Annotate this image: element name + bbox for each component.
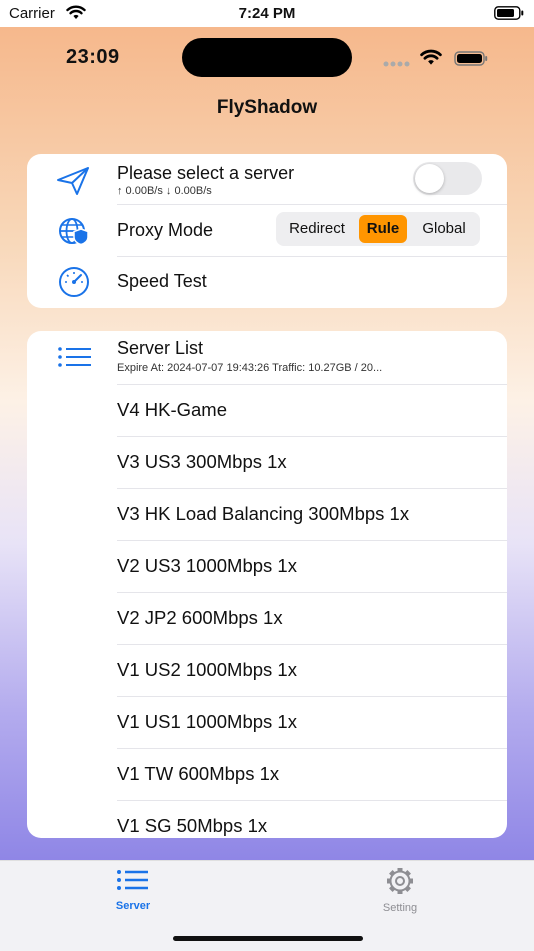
mode-redirect-button[interactable]: Redirect: [279, 215, 355, 243]
mode-global-button[interactable]: Global: [411, 215, 477, 243]
server-name: V1 SG 50Mbps 1x: [117, 815, 268, 836]
traffic-rate: ↑ 0.00B/s ↓ 0.00B/s: [117, 185, 212, 197]
server-item[interactable]: V3 HK Load Balancing 300Mbps 1x: [27, 489, 507, 541]
speed-test-row[interactable]: Speed Test: [27, 257, 507, 308]
tab-server-label: Server: [115, 900, 151, 912]
server-item[interactable]: V3 US3 300Mbps 1x: [27, 437, 507, 489]
gear-icon: [387, 868, 413, 894]
dynamic-island: [182, 38, 352, 77]
server-list-title: Server List: [117, 338, 204, 358]
server-select-label: Please select a server: [117, 163, 295, 183]
tab-setting-label: Setting: [382, 902, 418, 914]
proxy-mode-label: Proxy Mode: [117, 220, 214, 240]
proxy-mode-selector: Redirect Rule Global: [276, 212, 480, 246]
globe-shield-icon: [59, 218, 89, 246]
server-name: V2 JP2 600Mbps 1x: [117, 607, 283, 628]
server-item[interactable]: V1 US1 1000Mbps 1x: [27, 697, 507, 749]
server-list-card: Server List Expire At: 2024-07-07 19:43:…: [27, 331, 507, 838]
server-name: V2 US3 1000Mbps 1x: [117, 555, 297, 576]
toggle-knob: [415, 164, 444, 193]
server-item[interactable]: V4 HK-Game: [27, 385, 507, 437]
phone-battery-icon: [454, 51, 488, 66]
signal-dots-icon: [383, 61, 410, 67]
app-screen: 23:09 FlyShadow Please select a server ↑…: [0, 27, 534, 860]
server-name: V3 HK Load Balancing 300Mbps 1x: [117, 503, 410, 524]
list-icon: [58, 347, 91, 367]
server-name: V1 US2 1000Mbps 1x: [117, 659, 297, 680]
mode-rule-button[interactable]: Rule: [359, 215, 407, 243]
server-list-header[interactable]: Server List Expire At: 2024-07-07 19:43:…: [27, 331, 507, 385]
server-item[interactable]: V1 SG 50Mbps 1x: [27, 801, 507, 838]
speed-test-label: Speed Test: [117, 271, 207, 291]
server-name: V1 TW 600Mbps 1x: [117, 763, 280, 784]
proxy-mode-row: Proxy Mode Redirect Rule Global: [27, 205, 507, 257]
tab-setting[interactable]: Setting: [340, 867, 460, 914]
speedometer-icon: [59, 267, 89, 297]
list-icon: [117, 870, 148, 890]
app-title: FlyShadow: [216, 97, 318, 118]
server-name: V1 US1 1000Mbps 1x: [117, 711, 297, 732]
server-name: V4 HK-Game: [117, 399, 228, 420]
send-icon: [57, 167, 89, 195]
server-item[interactable]: V2 JP2 600Mbps 1x: [27, 593, 507, 645]
connection-toggle[interactable]: [413, 162, 482, 195]
server-item[interactable]: V2 US3 1000Mbps 1x: [27, 541, 507, 593]
phone-status-time: 23:09: [66, 46, 120, 68]
system-time: 7:24 PM: [238, 5, 296, 22]
subscription-meta: Expire At: 2024-07-07 19:43:26 Traffic: …: [117, 362, 383, 374]
controls-card: Please select a server ↑ 0.00B/s ↓ 0.00B…: [27, 154, 507, 308]
phone-wifi-icon: [420, 49, 442, 65]
battery-icon: [494, 6, 524, 20]
server-item[interactable]: V1 TW 600Mbps 1x: [27, 749, 507, 801]
home-indicator: [173, 936, 363, 941]
server-select-row[interactable]: Please select a server ↑ 0.00B/s ↓ 0.00B…: [27, 154, 507, 205]
system-status-bar: Carrier 7:24 PM: [0, 0, 534, 27]
server-name: V3 US3 300Mbps 1x: [117, 451, 287, 472]
server-item[interactable]: V1 US2 1000Mbps 1x: [27, 645, 507, 697]
tab-server[interactable]: Server: [73, 867, 193, 912]
